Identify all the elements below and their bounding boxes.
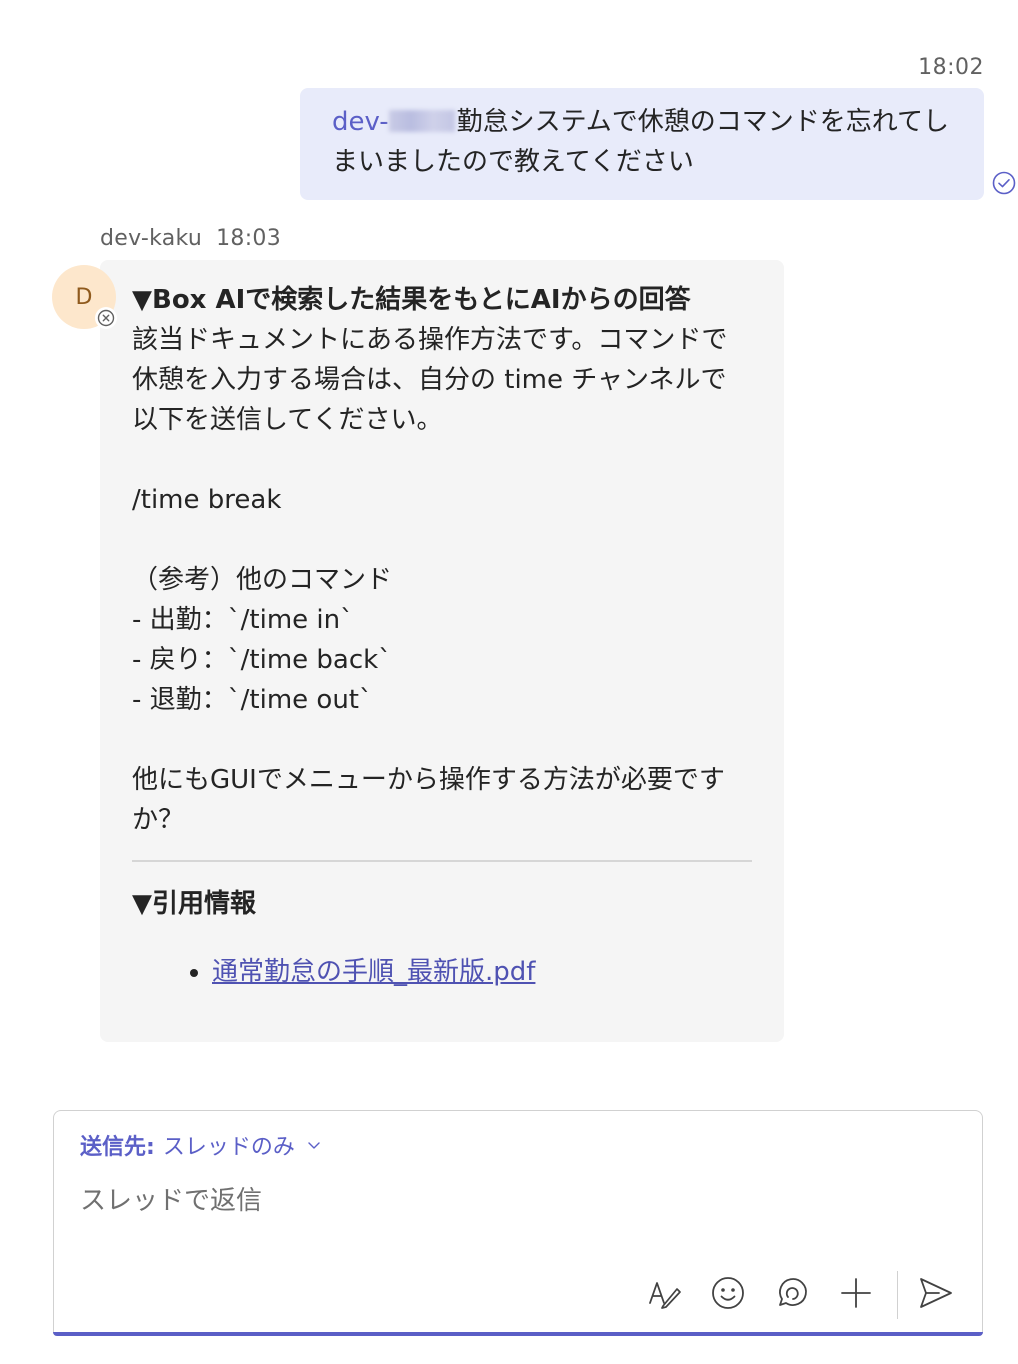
check-circle-icon xyxy=(992,171,1016,195)
recipient-value: スレッドのみ xyxy=(162,1135,295,1160)
attach-button[interactable] xyxy=(836,1273,876,1313)
list-item: 通常勤怠の手順_最新版.pdf xyxy=(212,952,752,992)
thread-view: 18:02 dev- 勤怠システムで休憩のコマンドを忘れてしまいましたので教えてく… xyxy=(0,0,1018,1364)
mention-text: dev- xyxy=(332,107,389,137)
sender-name[interactable]: dev-kaku xyxy=(100,226,202,251)
format-button[interactable] xyxy=(644,1273,684,1313)
sent-message-time: 18:02 xyxy=(918,55,984,80)
loop-button[interactable] xyxy=(772,1273,812,1313)
composer-focus-underline xyxy=(53,1332,983,1336)
command-line: - 出勤：`/time in` xyxy=(132,605,354,635)
mention-tag[interactable]: dev- xyxy=(332,107,457,137)
chevron-down-icon xyxy=(308,1142,320,1149)
send-button[interactable] xyxy=(916,1273,956,1313)
reference-link[interactable]: 通常勤怠の手順_最新版.pdf xyxy=(212,957,535,987)
reply-input[interactable] xyxy=(80,1181,940,1221)
reply-composer: 送信先: スレッドのみ xyxy=(53,1110,983,1336)
recipient-label: 送信先: xyxy=(80,1135,155,1160)
send-icon xyxy=(920,1278,952,1308)
reply-title: ▼Box AIで検索した結果をもとにAIからの回答 xyxy=(132,285,691,315)
reference-list: 通常勤怠の手順_最新版.pdf xyxy=(132,952,752,992)
emoji-icon xyxy=(712,1277,744,1309)
reply-followup: 他にもGUIでメニューから操作する方法が必要ですか？ xyxy=(132,765,725,835)
command-line: - 退勤：`/time out` xyxy=(132,685,372,715)
other-commands-heading: （参考）他のコマンド xyxy=(132,565,393,595)
sent-message-bubble[interactable]: dev- 勤怠システムで休憩のコマンドを忘れてしまいましたので教えてください xyxy=(300,88,984,200)
loop-icon xyxy=(779,1278,807,1306)
format-icon xyxy=(649,1282,681,1309)
reply-header: dev-kaku 18:03 xyxy=(100,226,281,251)
presence-offline-icon xyxy=(95,307,117,329)
reply-command: /time break xyxy=(132,485,282,515)
divider xyxy=(132,860,752,862)
composer-toolbar xyxy=(54,1271,984,1319)
emoji-button[interactable] xyxy=(708,1273,748,1313)
plus-icon xyxy=(841,1278,871,1308)
redacted-name xyxy=(388,110,455,132)
toolbar-divider xyxy=(897,1271,898,1319)
command-line: - 戻り：`/time back` xyxy=(132,645,392,675)
recipient-selector[interactable]: 送信先: スレッドのみ xyxy=(80,1129,321,1161)
reply-intro: 該当ドキュメントにある操作方法です。コマンドで休憩を入力する場合は、自分の ti… xyxy=(132,325,728,435)
reply-time: 18:03 xyxy=(216,226,282,251)
reply-message-bubble[interactable]: ▼Box AIで検索した結果をもとにAIからの回答 該当ドキュメントにある操作方… xyxy=(100,260,784,1042)
reference-title: ▼引用情報 xyxy=(132,889,256,919)
avatar-initial: D xyxy=(75,284,93,310)
